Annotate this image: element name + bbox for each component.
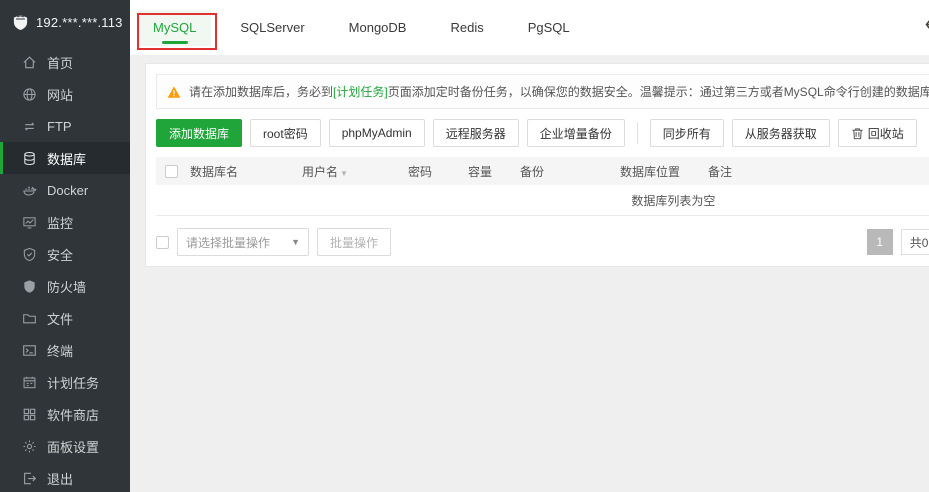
tab-redis[interactable]: Redis	[435, 10, 498, 46]
sidebar-item-label: 终端	[47, 343, 74, 359]
sidebar-item-label: 退出	[47, 471, 74, 487]
sidebar-item-docker[interactable]: Docker	[0, 174, 130, 206]
column-header-4[interactable]: 备份	[516, 163, 616, 180]
home-icon	[22, 55, 37, 70]
phpmyadmin-button[interactable]: phpMyAdmin	[328, 119, 425, 147]
database-icon	[22, 151, 37, 166]
sidebar-item-security[interactable]: 安全	[0, 238, 130, 270]
tab-sqlserver[interactable]: SQLServer	[225, 10, 319, 46]
batch-action-select[interactable]: 请选择批量操作 ▼	[177, 228, 309, 256]
table-footer: 请选择批量操作 ▼ 批量操作 1 共0条 20条/页 ∨ 跳转到	[156, 228, 929, 256]
batch-apply-button[interactable]: 批量操作	[317, 228, 392, 256]
docker-icon	[22, 183, 37, 198]
grid-icon	[22, 407, 37, 422]
sidebar-item-label: 数据库	[47, 151, 87, 167]
sort-caret-icon[interactable]: ▼	[340, 169, 348, 178]
tab-mysql[interactable]: MySQL	[138, 9, 212, 46]
warning-triangle-icon	[167, 85, 181, 99]
select-all-checkbox[interactable]	[156, 235, 169, 249]
cron-page-link[interactable]: [计划任务]	[333, 85, 388, 99]
tab-pgsql[interactable]: PgSQL	[513, 10, 585, 46]
enterprise-backup-button[interactable]: 企业增量备份	[526, 119, 625, 147]
sidebar-item-cron[interactable]: 计划任务	[0, 366, 130, 398]
backup-warning-alert: 请在添加数据库后，务必到[计划任务]页面添加定时备份任务，以确保您的数据安全。温…	[156, 74, 929, 109]
sidebar-item-appstore[interactable]: 软件商店	[0, 398, 130, 430]
column-header-6[interactable]: 备注	[704, 163, 929, 180]
sidebar-item-monitor[interactable]: 监控	[0, 206, 130, 238]
alert-text: 请在添加数据库后，务必到[计划任务]页面添加定时备份任务，以确保您的数据安全。温…	[189, 85, 929, 99]
add-database-button[interactable]: 添加数据库	[156, 119, 243, 147]
top-tab-bar: MySQL SQLServer MongoDB Redis PgSQL 企业版 7.9.…	[130, 0, 929, 55]
tab-mongodb[interactable]: MongoDB	[334, 10, 422, 46]
sidebar-item-label: 文件	[47, 311, 74, 327]
recycle-bin-button[interactable]: 回收站	[837, 119, 917, 147]
total-count: 共0条	[900, 229, 929, 255]
sidebar-item-home[interactable]: 首页	[0, 46, 130, 78]
panel-logo-shield-icon	[12, 14, 29, 31]
sidebar-item-website[interactable]: 网站	[0, 78, 130, 110]
sidebar: 192.***.***.113 0 首页网站 FTP 数据库 Docker 监控安全防火…	[0, 0, 150, 492]
ftp-icon	[22, 119, 37, 134]
sidebar-item-label: 网站	[47, 87, 74, 103]
main-area: MySQL SQLServer MongoDB Redis PgSQL 企业版 7.9.…	[130, 0, 929, 492]
logout-icon	[22, 471, 37, 486]
firewall-icon	[22, 279, 37, 294]
header-select-checkbox[interactable]	[164, 164, 178, 178]
get-from-server-button[interactable]: 从服务器获取	[731, 119, 830, 147]
column-header-0[interactable]: 数据库名	[186, 163, 298, 180]
sidebar-header: 192.***.***.113 0	[0, 0, 150, 44]
root-password-button[interactable]: root密码	[250, 119, 321, 147]
sidebar-item-ftp[interactable]: FTP	[0, 110, 130, 142]
sidebar-item-label: 面板设置	[47, 439, 100, 455]
column-header-1[interactable]: 用户名 ▼	[298, 163, 404, 180]
sidebar-item-logout[interactable]: 退出	[0, 462, 130, 492]
sidebar-item-label: 首页	[47, 55, 74, 71]
batch-controls: 请选择批量操作 ▼ 批量操作	[156, 228, 392, 256]
sidebar-item-terminal[interactable]: 终端	[0, 334, 130, 366]
sync-all-button[interactable]: 同步所有	[649, 119, 724, 147]
folder-icon	[22, 311, 37, 326]
column-header-3[interactable]: 容量	[464, 163, 516, 180]
sidebar-item-label: 防火墙	[47, 279, 87, 295]
gear-icon	[22, 439, 37, 454]
sidebar-item-firewall[interactable]: 防火墙	[0, 270, 130, 302]
pagination: 1 共0条 20条/页 ∨ 跳转到 1 ▲▼ 页	[866, 229, 929, 255]
page-number-button[interactable]: 1	[866, 229, 893, 255]
sidebar-item-label: Docker	[47, 182, 89, 198]
shield-check-icon	[22, 247, 37, 262]
sidebar-item-settings[interactable]: 面板设置	[0, 430, 130, 462]
toolbar-divider	[636, 122, 638, 144]
database-card: 请在添加数据库后，务必到[计划任务]页面添加定时备份任务，以确保您的数据安全。温…	[145, 63, 929, 267]
sidebar-item-files[interactable]: 文件	[0, 302, 130, 334]
bt-panel-app: 192.***.***.113 0 首页网站 FTP 数据库 Docker 监控安全防火…	[0, 0, 929, 492]
table-header-row: 数据库名用户名▼密码容量备份数据库位置备注操作	[156, 157, 929, 185]
database-table: 数据库名用户名▼密码容量备份数据库位置备注操作 数据库列表为空	[156, 157, 929, 216]
pro-badge[interactable]: 企业版	[925, 16, 929, 39]
diamond-icon	[925, 17, 929, 39]
monitor-icon	[22, 215, 37, 230]
sidebar-nav: 首页网站 FTP 数据库 Docker 监控安全防火墙文件终端计划任务软件商店面板设置退…	[0, 44, 130, 492]
calendar-icon	[22, 375, 37, 390]
sidebar-item-label: 软件商店	[47, 407, 100, 423]
column-header-2[interactable]: 密码	[404, 163, 464, 180]
column-header-5[interactable]: 数据库位置	[616, 163, 704, 180]
content-area: 请在添加数据库后，务必到[计划任务]页面添加定时备份任务，以确保您的数据安全。温…	[130, 55, 929, 492]
chevron-down-icon: ▼	[291, 237, 300, 247]
header-checkbox-cell	[156, 164, 186, 178]
remote-server-button[interactable]: 远程服务器	[432, 119, 519, 147]
sidebar-item-label: FTP	[47, 118, 72, 134]
license-info: 企业版 7.9.81 到期时间：2023-03-12 续费	[925, 16, 929, 39]
sidebar-item-label: 安全	[47, 247, 74, 263]
trash-icon	[851, 127, 864, 140]
toolbar: 添加数据库 root密码 phpMyAdmin 远程服务器 企业增量备份 同步所…	[156, 119, 929, 147]
sidebar-item-label: 计划任务	[47, 375, 100, 391]
server-ip: 192.***.***.113	[36, 14, 123, 30]
globe-icon	[22, 87, 37, 102]
sidebar-item-label: 监控	[47, 215, 74, 231]
terminal-icon	[22, 343, 37, 358]
db-type-tabs: MySQL SQLServer MongoDB Redis PgSQL	[138, 0, 599, 55]
table-empty-message: 数据库列表为空	[156, 185, 929, 215]
sidebar-item-database[interactable]: 数据库	[0, 142, 130, 174]
